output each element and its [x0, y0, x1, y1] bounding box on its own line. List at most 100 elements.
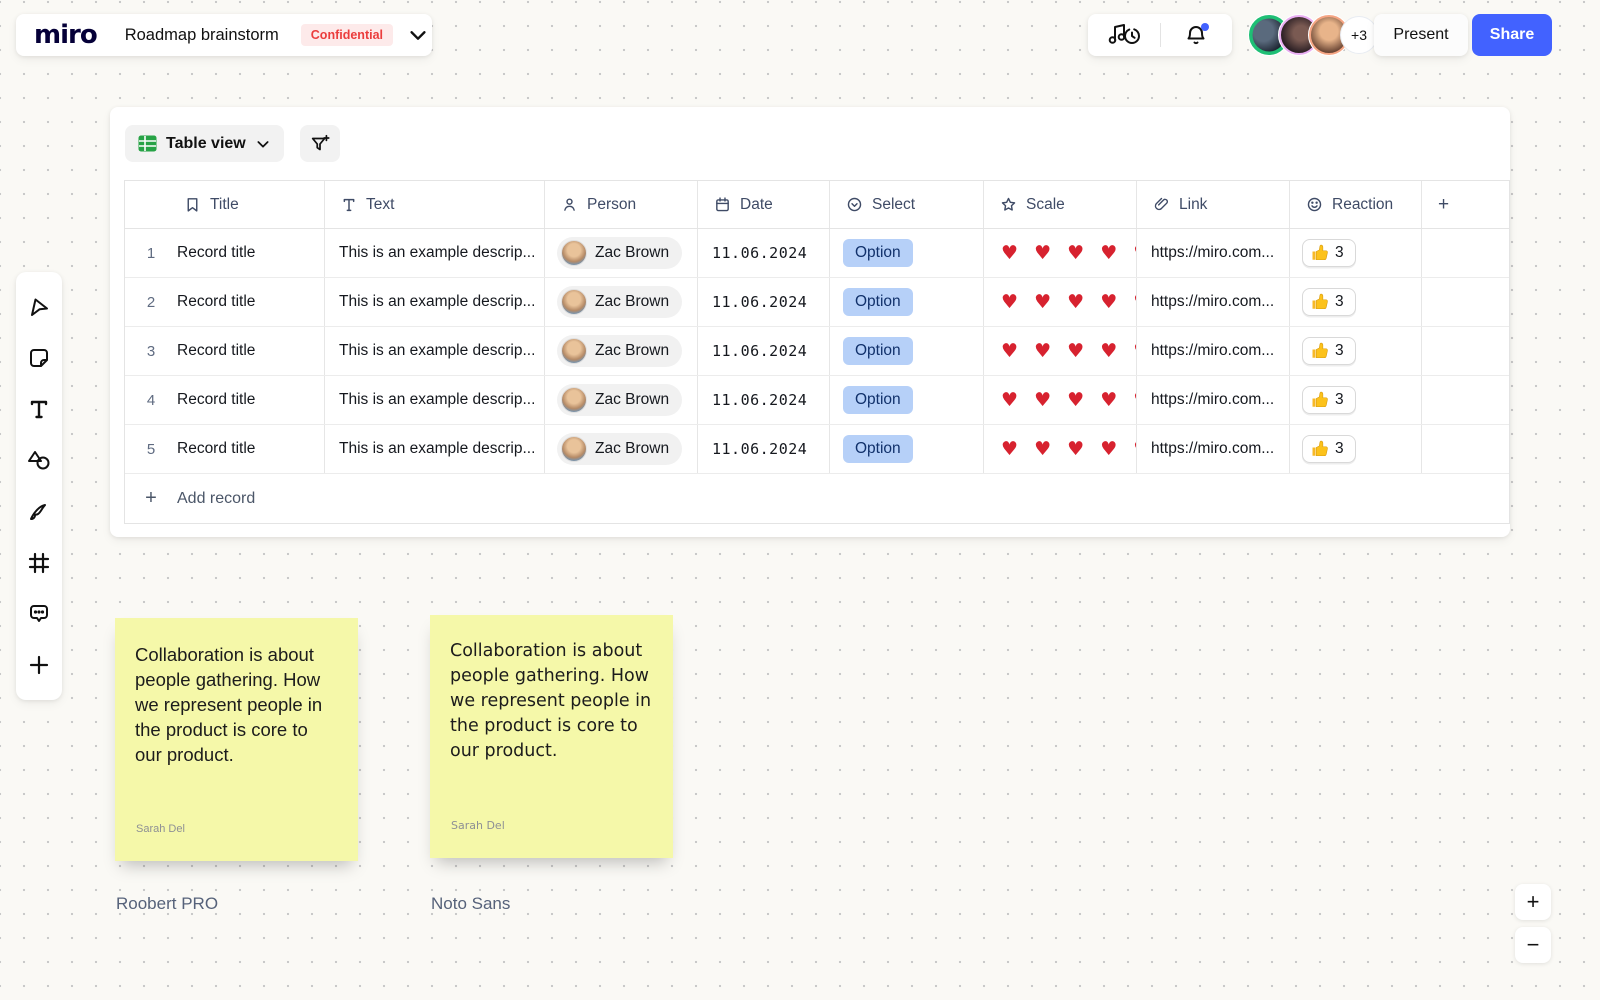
record-link[interactable]: https://miro.com...: [1137, 425, 1290, 473]
record-link[interactable]: https://miro.com...: [1137, 376, 1290, 424]
record-text[interactable]: This is an example descrip...: [325, 327, 545, 375]
divider: [1160, 23, 1161, 47]
column-header-title[interactable]: Title: [125, 181, 325, 228]
sticky-note-author: Sarah Del: [136, 823, 185, 835]
notifications-bell-icon[interactable]: [1170, 14, 1222, 56]
font-caption: Noto Sans: [431, 894, 510, 914]
person-chip[interactable]: Zac Brown: [557, 335, 682, 367]
reaction-chip[interactable]: 3: [1302, 435, 1356, 463]
record-link[interactable]: https://miro.com...: [1137, 229, 1290, 277]
record-title[interactable]: Record title: [177, 440, 255, 458]
sticky-note-text: Collaboration is about people gathering.…: [450, 639, 653, 764]
record-date[interactable]: 11.06.2024: [698, 425, 830, 473]
filter-button[interactable]: [300, 125, 340, 162]
empty-cell[interactable]: [1422, 229, 1509, 277]
record-title[interactable]: Record title: [177, 342, 255, 360]
sticky-note[interactable]: Collaboration is about people gathering.…: [430, 615, 673, 858]
column-header-person[interactable]: Person: [545, 181, 698, 228]
record-title[interactable]: Record title: [177, 391, 255, 409]
select-cursor-icon[interactable]: [19, 287, 59, 327]
person-avatar: [561, 240, 587, 266]
add-column-button[interactable]: +: [1422, 181, 1509, 228]
pen-icon[interactable]: [19, 492, 59, 532]
select-option-badge[interactable]: Option: [843, 337, 913, 365]
column-header-link[interactable]: Link: [1137, 181, 1290, 228]
scale-hearts[interactable]: ♥ ♥ ♥ ♥ ♥: [984, 278, 1137, 326]
record-text[interactable]: This is an example descrip...: [325, 425, 545, 473]
person-chip[interactable]: Zac Brown: [557, 384, 682, 416]
select-option-badge[interactable]: Option: [843, 435, 913, 463]
board-title[interactable]: Roadmap brainstorm: [125, 26, 279, 45]
scale-hearts[interactable]: ♥ ♥ ♥ ♥ ♥: [984, 327, 1137, 375]
empty-cell[interactable]: [1422, 327, 1509, 375]
sticky-note-icon[interactable]: [19, 338, 59, 378]
table-row[interactable]: 4Record title This is an example descrip…: [125, 376, 1509, 425]
record-date[interactable]: 11.06.2024: [698, 229, 830, 277]
record-text[interactable]: This is an example descrip...: [325, 376, 545, 424]
person-chip[interactable]: Zac Brown: [557, 286, 682, 318]
sticky-note-author: Sarah Del: [451, 819, 505, 832]
column-header-reaction[interactable]: Reaction: [1290, 181, 1422, 228]
person-icon: [561, 196, 578, 213]
record-date[interactable]: 11.06.2024: [698, 376, 830, 424]
present-button[interactable]: Present: [1374, 14, 1468, 56]
confidential-badge: Confidential: [301, 24, 393, 46]
comment-icon[interactable]: [19, 594, 59, 634]
scale-hearts[interactable]: ♥ ♥ ♥ ♥ ♥: [984, 376, 1137, 424]
record-date[interactable]: 11.06.2024: [698, 327, 830, 375]
record-link[interactable]: https://miro.com...: [1137, 327, 1290, 375]
reaction-chip[interactable]: 3: [1302, 337, 1356, 365]
text-tool-icon[interactable]: [19, 389, 59, 429]
board-menu-chevron-down-icon[interactable]: [407, 24, 429, 46]
record-title[interactable]: Record title: [177, 244, 255, 262]
empty-cell[interactable]: [1422, 425, 1509, 473]
filter-funnel-icon: [309, 133, 331, 155]
record-date[interactable]: 11.06.2024: [698, 278, 830, 326]
scale-hearts[interactable]: ♥ ♥ ♥ ♥ ♥: [984, 425, 1137, 473]
chevron-down-icon: [255, 136, 271, 152]
plus-icon: +: [1438, 194, 1449, 216]
select-option-badge[interactable]: Option: [843, 288, 913, 316]
reaction-chip[interactable]: 3: [1302, 239, 1356, 267]
person-chip[interactable]: Zac Brown: [557, 433, 682, 465]
table-row[interactable]: 1Record title This is an example descrip…: [125, 229, 1509, 278]
table-view-icon: [138, 135, 157, 152]
column-header-select[interactable]: Select: [830, 181, 984, 228]
music-timer-icon[interactable]: [1098, 14, 1150, 56]
sticky-note[interactable]: Collaboration is about people gathering.…: [115, 618, 358, 861]
avatar-overflow-count[interactable]: +3: [1340, 16, 1378, 54]
miro-logo[interactable]: miro: [34, 20, 97, 50]
scale-hearts[interactable]: ♥ ♥ ♥ ♥ ♥: [984, 229, 1137, 277]
add-record-button[interactable]: + Add record: [125, 474, 1509, 523]
plus-icon: +: [125, 487, 177, 510]
add-tool-plus-icon[interactable]: [19, 645, 59, 685]
select-option-badge[interactable]: Option: [843, 239, 913, 267]
shapes-icon[interactable]: [19, 440, 59, 480]
person-chip[interactable]: Zac Brown: [557, 237, 682, 269]
column-header-text[interactable]: Text: [325, 181, 545, 228]
column-header-date[interactable]: Date: [698, 181, 830, 228]
zoom-out-button[interactable]: −: [1515, 927, 1551, 963]
share-button[interactable]: Share: [1472, 14, 1552, 56]
reaction-chip[interactable]: 3: [1302, 288, 1356, 316]
row-number: 5: [125, 441, 177, 458]
column-header-scale[interactable]: Scale: [984, 181, 1137, 228]
table-row[interactable]: 5Record title This is an example descrip…: [125, 425, 1509, 474]
table-view-selector[interactable]: Table view: [125, 125, 284, 162]
row-number: 4: [125, 392, 177, 409]
table-row[interactable]: 3 Record title This is an example descrip…: [125, 327, 1509, 376]
table-row[interactable]: 2Record title This is an example descrip…: [125, 278, 1509, 327]
select-option-badge[interactable]: Option: [843, 386, 913, 414]
reaction-chip[interactable]: 3: [1302, 386, 1356, 414]
thumbs-up-icon: [1311, 244, 1329, 262]
zoom-in-button[interactable]: +: [1515, 884, 1551, 920]
record-title[interactable]: Record title: [177, 293, 255, 311]
record-link[interactable]: https://miro.com...: [1137, 278, 1290, 326]
record-text[interactable]: This is an example descrip...: [325, 229, 545, 277]
thumbs-up-icon: [1311, 440, 1329, 458]
table-widget-card: Table view Title Text Person Date: [110, 107, 1510, 537]
frame-icon[interactable]: [19, 543, 59, 583]
record-text[interactable]: This is an example descrip...: [325, 278, 545, 326]
empty-cell[interactable]: [1422, 278, 1509, 326]
empty-cell[interactable]: [1422, 376, 1509, 424]
